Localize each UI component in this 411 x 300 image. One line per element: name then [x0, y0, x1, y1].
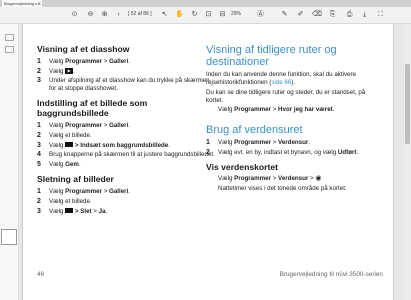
left-column: Visning af et diasshow 1 Vælg Programmer …	[37, 44, 217, 215]
fit-width-icon[interactable]: ⊟	[218, 10, 227, 19]
close-tab-icon[interactable]: ✕	[38, 0, 41, 7]
page-footer: 46 Brugervejledning til nüvi 3500-serien	[37, 271, 383, 278]
fullscreen-icon[interactable]: ⛶	[376, 10, 385, 19]
draw-icon[interactable]: ✎	[280, 10, 289, 19]
print-icon[interactable]: ⎙	[345, 10, 354, 19]
scrollbar-thumb[interactable]	[405, 64, 410, 144]
right-column: Visning af tidligere ruter og destinatio…	[206, 44, 371, 192]
paragraph: Nattetimer vises i det tonede område på …	[218, 184, 347, 192]
text-select-icon[interactable]: Ⓐ	[256, 10, 265, 19]
step: 2 Vælg evt. en by, indtast et bynavn, og …	[206, 148, 359, 156]
share-icon[interactable]: ⎘	[328, 10, 337, 19]
step: 2 Vælg et billede.	[37, 197, 92, 205]
select-tool-icon[interactable]: ↖	[160, 10, 169, 19]
rotate-icon[interactable]: ↻	[190, 10, 199, 19]
section-title-wallpaper: Indstilling af et billede som baggrundsb…	[37, 98, 148, 119]
step: 5 Vælg Gem.	[37, 160, 81, 168]
zoom-out-icon[interactable]: ⊖	[86, 10, 95, 19]
sidebar-bookmarks-icon[interactable]	[5, 46, 14, 53]
save-icon[interactable]: ⤓	[360, 10, 369, 19]
vertical-scrollbar[interactable]	[404, 24, 411, 300]
step: 2 Vælg ▶.	[37, 67, 75, 75]
previous-page-icon[interactable]: ‹	[114, 10, 123, 19]
page-thumbnail[interactable]	[1, 229, 17, 245]
document-title: Brugervejledning til nüvi 3500-serien	[279, 271, 383, 278]
section-title-world-map: Vis verdenskortet	[206, 162, 278, 173]
heading-world-clock: Brug af verdensuret	[206, 123, 303, 136]
paragraph: Vælg Programmer > Hvor jeg har været.	[218, 106, 335, 114]
zoom-in-icon[interactable]: ⊕	[100, 10, 109, 19]
pdf-toolbar: ⊙ ⊖ ⊕ ‹ [ 52 af 86 ] ↖ ✋ ↻ ⊡ ⊟ 29% Ⓐ ✎ ✐…	[0, 7, 411, 24]
pdf-page: Visning af et diasshow 1 Vælg Programmer …	[22, 24, 394, 300]
menu-icon	[65, 208, 74, 214]
step: 4 Brug knapperne på skærmen til at juster…	[37, 151, 215, 159]
section-title-slideshow: Visning af et diasshow	[37, 44, 130, 54]
tab-title: Brugervejledning n...	[4, 1, 41, 6]
menu-icon	[65, 142, 74, 148]
heading-route-history: Visning af tidligere ruter og destinatio…	[206, 44, 337, 68]
thumbnail-sidebar	[0, 24, 19, 300]
eraser-icon[interactable]: ⌫	[312, 10, 322, 19]
paragraph: Du kan se dine tidligere ruter og steder…	[206, 89, 366, 104]
section-title-delete: Sletning af billeder	[37, 174, 114, 185]
step: 1 Vælg Programmer > Verdensur.	[206, 138, 311, 146]
play-icon: ▶	[65, 67, 74, 74]
hand-tool-icon[interactable]: ✋	[175, 10, 184, 19]
document-tab[interactable]: Brugervejledning n... ✕	[2, 0, 42, 7]
step: 3 Vælg > Indsæt som baggrundsbillede.	[37, 141, 170, 149]
globe-icon: ◉	[315, 175, 322, 183]
step: 1 Vælg Programmer > Galleri.	[37, 122, 131, 130]
zoom-level[interactable]: 29%	[231, 11, 241, 17]
sidebar-outline-icon[interactable]	[5, 34, 14, 41]
sidebar-toggle-icon[interactable]: ⊙	[70, 10, 79, 19]
page-indicator[interactable]: [ 52 af 86 ]	[128, 11, 152, 17]
step: 3 Vælg > Slet > Ja.	[37, 207, 108, 215]
step: 2 Vælg et billede.	[37, 131, 92, 139]
step: 1 Vælg Programmer > Galleri.	[37, 58, 131, 65]
highlight-icon[interactable]: ✐	[296, 10, 305, 19]
fit-page-icon[interactable]: ⊡	[204, 10, 213, 19]
paragraph: Inden du kan anvende denne funktion, ska…	[206, 71, 356, 86]
page-number: 46	[37, 271, 45, 278]
paragraph: Vælg Programmer > Verdensur > ◉	[218, 175, 322, 183]
step: 3 Under afspilning af et diasshow kan du …	[37, 77, 210, 92]
step: 1 Vælg Programmer > Galleri.	[37, 188, 131, 196]
tab-bar: Brugervejledning n... ✕	[0, 0, 411, 7]
page-link[interactable]: side 66	[271, 79, 291, 86]
